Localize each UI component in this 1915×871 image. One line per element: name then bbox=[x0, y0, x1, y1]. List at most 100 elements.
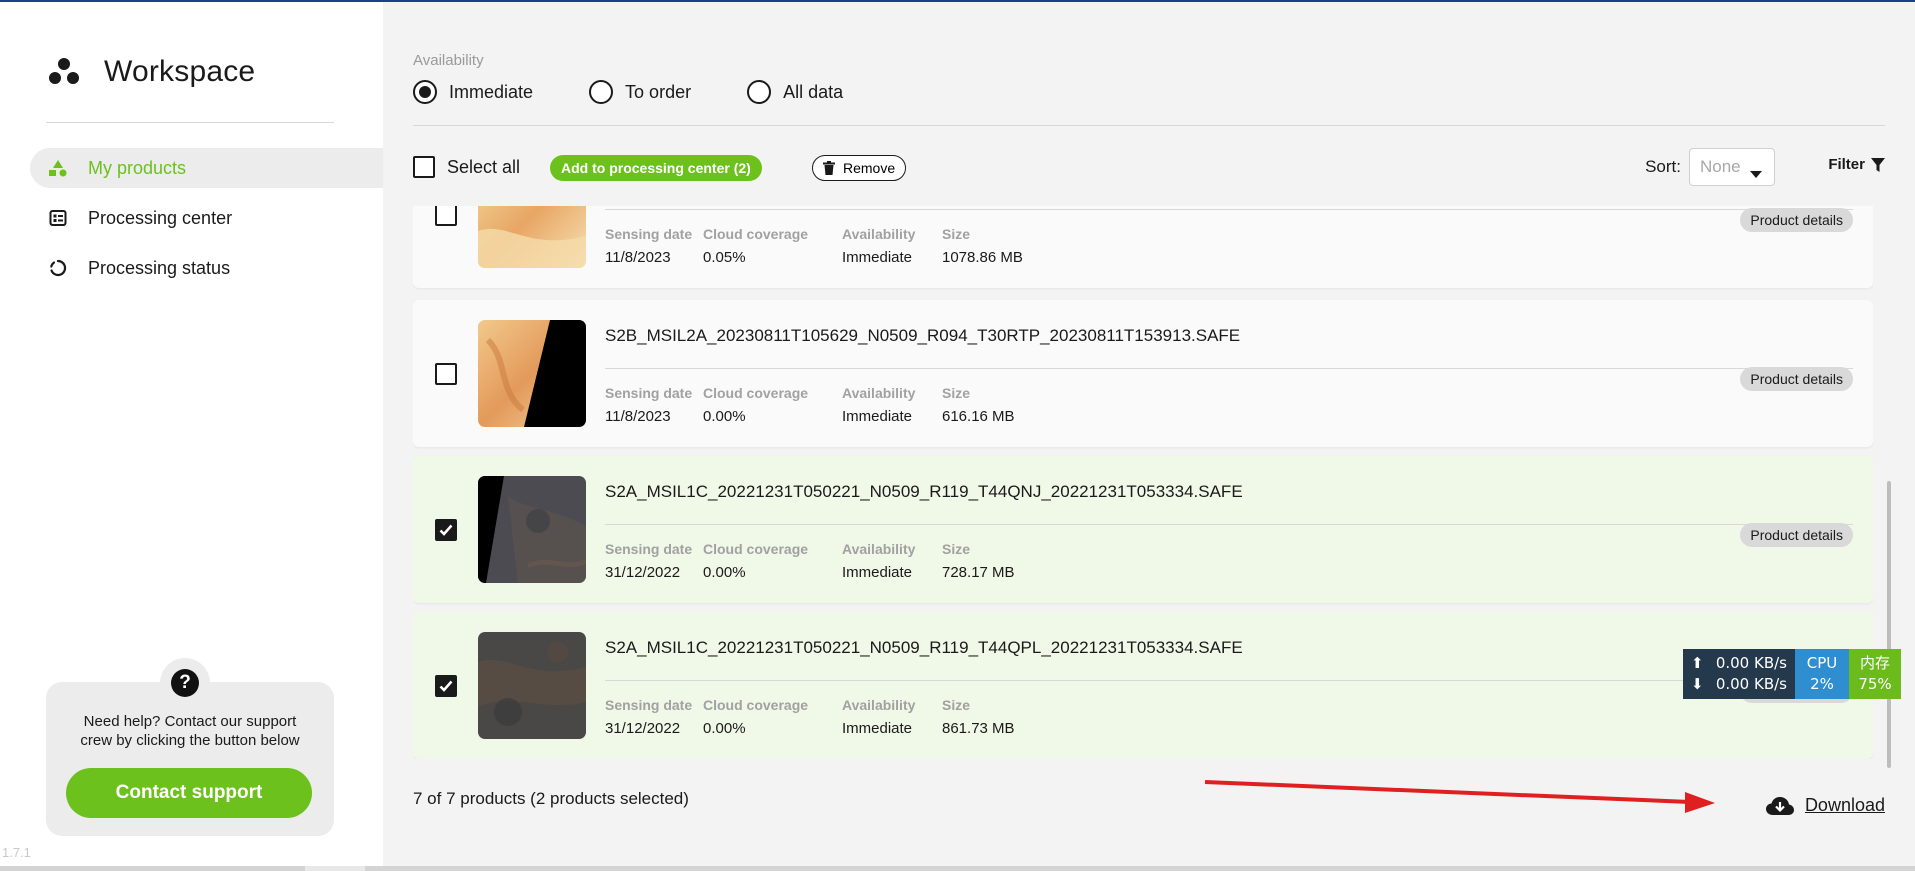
meta-label: Availability bbox=[842, 697, 916, 713]
cloud-download-icon bbox=[1765, 796, 1795, 816]
horizontal-scrollbar[interactable] bbox=[0, 866, 1915, 871]
upload-speed: 0.00 KB/s bbox=[1715, 654, 1787, 672]
meta-availability: Availability Immediate bbox=[842, 697, 915, 737]
sidebar-item-processing-status[interactable]: Processing status bbox=[30, 248, 383, 288]
meta-cloud-coverage: Cloud coverage 0.00% bbox=[703, 541, 808, 581]
product-thumbnail bbox=[478, 476, 586, 583]
meta-size: Size 861.73 MB bbox=[942, 697, 1015, 737]
download-button[interactable]: Download bbox=[1765, 795, 1885, 816]
radio-to-order[interactable]: To order bbox=[589, 80, 691, 104]
cpu-label: CPU bbox=[1806, 654, 1838, 672]
product-thumbnail bbox=[478, 632, 586, 739]
meta-size: Size 616.16 MB bbox=[942, 385, 1015, 425]
product-name: S2A_MSIL1C_20221231T050221_N0509_R119_T4… bbox=[605, 638, 1243, 657]
annotation-arrow bbox=[1204, 780, 1715, 813]
product-card-selected: S2A_MSIL1C_20221231T050221_N0509_R119_T4… bbox=[413, 456, 1873, 603]
radio-all-data[interactable]: All data bbox=[747, 80, 843, 104]
meta-value: 861.73 MB bbox=[942, 720, 1015, 737]
selection-summary: 7 of 7 products (2 products selected) bbox=[413, 789, 689, 808]
meta-value: 616.16 MB bbox=[942, 408, 1015, 425]
processing-center-icon bbox=[48, 208, 68, 228]
product-name: S2A_MSIL1C_20221231T050221_N0509_R119_T4… bbox=[605, 482, 1243, 501]
checkmark-icon bbox=[439, 680, 453, 692]
sidebar-nav: My products Processing center Processing… bbox=[30, 148, 383, 298]
meta-value: Immediate bbox=[842, 249, 913, 266]
chevron-down-icon bbox=[1750, 163, 1762, 183]
product-thumbnail bbox=[478, 320, 586, 427]
select-all[interactable]: Select all bbox=[413, 156, 520, 178]
meta-label: Cloud coverage bbox=[703, 541, 809, 557]
meta-label: Size bbox=[942, 697, 971, 713]
product-thumbnail bbox=[478, 206, 586, 268]
meta-label: Availability bbox=[842, 541, 916, 557]
sort-label: Sort: bbox=[1645, 157, 1681, 176]
meta-cloud-coverage: Cloud coverage 0.00% bbox=[703, 385, 808, 425]
upload-arrow-icon: ⬆ bbox=[1691, 654, 1704, 672]
select-all-checkbox[interactable] bbox=[413, 156, 435, 178]
list-scrollbar[interactable] bbox=[1887, 481, 1891, 768]
remove-button[interactable]: Remove bbox=[812, 155, 907, 181]
help-bubble: ? bbox=[160, 658, 210, 708]
meta-value: 0.00% bbox=[703, 408, 746, 425]
meta-label: Sensing date bbox=[605, 226, 693, 242]
sidebar-item-label: Processing status bbox=[88, 257, 231, 278]
radio-label: Immediate bbox=[449, 81, 534, 102]
meta-value: 11/8/2023 bbox=[605, 249, 671, 266]
meta-label: Sensing date bbox=[605, 697, 693, 713]
sidebar-item-processing-center[interactable]: Processing center bbox=[30, 198, 383, 238]
product-checkbox-checked[interactable] bbox=[435, 675, 457, 697]
meta-value: 31/12/2022 bbox=[605, 564, 681, 581]
meta-value: Immediate bbox=[842, 564, 913, 581]
meta-label: Cloud coverage bbox=[703, 226, 809, 242]
loading-circle-icon bbox=[48, 258, 68, 278]
product-card: Sensing date 11/8/2023 Cloud coverage 0.… bbox=[413, 206, 1873, 288]
trash-icon bbox=[823, 161, 835, 175]
remove-label: Remove bbox=[843, 160, 896, 176]
radio-button[interactable] bbox=[747, 80, 772, 104]
meta-availability: Availability Immediate bbox=[842, 385, 915, 425]
meta-size: Size 728.17 MB bbox=[942, 541, 1015, 581]
memory-usage: 内存 75% bbox=[1849, 649, 1901, 699]
radio-button[interactable] bbox=[589, 80, 614, 104]
sidebar-item-my-products[interactable]: My products bbox=[30, 148, 383, 188]
product-details-button[interactable]: Product details bbox=[1740, 523, 1853, 547]
meta-value: Immediate bbox=[842, 720, 913, 737]
add-to-processing-center-button[interactable]: Add to processing center (2) bbox=[550, 155, 762, 181]
meta-label: Size bbox=[942, 385, 971, 401]
radio-button-checked[interactable] bbox=[413, 80, 437, 104]
meta-value: 11/8/2023 bbox=[605, 408, 671, 425]
product-name: S2B_MSIL2A_20230811T105629_N0509_R094_T3… bbox=[605, 326, 1241, 345]
contact-support-button[interactable]: Contact support bbox=[66, 768, 312, 818]
select-all-label: Select all bbox=[447, 156, 521, 177]
app-title: Workspace bbox=[104, 55, 256, 88]
meta-sensing-date: Sensing date 11/8/2023 bbox=[605, 385, 692, 425]
cpu-usage: CPU 2% bbox=[1795, 649, 1849, 699]
sidebar: Workspace My products Processing center … bbox=[0, 2, 383, 866]
filter-button[interactable]: Filter bbox=[1828, 156, 1885, 173]
list-toolbar: Select all Add to processing center (2) … bbox=[413, 148, 1885, 192]
meta-sensing-date: Sensing date 31/12/2022 bbox=[605, 697, 692, 737]
sort-dropdown[interactable]: None bbox=[1689, 148, 1775, 186]
radio-immediate[interactable]: Immediate bbox=[413, 80, 533, 104]
help-text: Need help? Contact our support crew by c… bbox=[80, 713, 300, 749]
card-divider bbox=[605, 209, 1853, 210]
meta-label: Availability bbox=[842, 226, 916, 242]
scrollbar-thumb[interactable] bbox=[305, 866, 365, 871]
meta-size: Size 1078.86 MB bbox=[942, 226, 1023, 266]
product-checkbox[interactable] bbox=[435, 206, 457, 226]
product-checkbox-checked[interactable] bbox=[435, 519, 457, 541]
brand: Workspace bbox=[46, 54, 255, 90]
cpu-value: 2% bbox=[1810, 675, 1834, 693]
meta-value: 0.05% bbox=[703, 249, 746, 266]
product-details-button[interactable]: Product details bbox=[1740, 208, 1853, 232]
product-checkbox[interactable] bbox=[435, 363, 457, 385]
memory-label: 内存 bbox=[1859, 654, 1890, 672]
main-content: Availability Immediate To order All data… bbox=[383, 2, 1915, 866]
card-divider bbox=[605, 680, 1853, 681]
filter-divider bbox=[413, 125, 1885, 126]
meta-label: Size bbox=[942, 541, 971, 557]
product-details-button[interactable]: Product details bbox=[1740, 367, 1853, 391]
sidebar-item-label: My products bbox=[88, 157, 187, 178]
meta-label: Availability bbox=[842, 385, 916, 401]
question-icon: ? bbox=[171, 669, 199, 697]
